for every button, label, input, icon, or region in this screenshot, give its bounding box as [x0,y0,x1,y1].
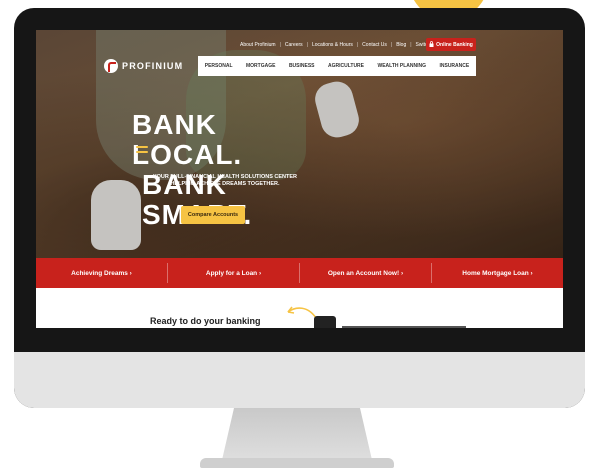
quick-links-bar: Achieving Dreams › Apply for a Loan › Op… [36,258,563,288]
utility-link-blog[interactable]: Blog [396,42,406,48]
utility-separator: | [390,42,393,48]
utility-nav: About Profinium | Careers | Locations & … [240,40,455,50]
hero-subtitle-line-1: YOUR FULL-FINANCIAL HEALTH SOLUTIONS CEN… [152,174,297,180]
monitor-stand [222,408,372,460]
arrow-doodle-icon [287,306,317,319]
nav-item-mortgage[interactable]: MORTGAGE [246,63,275,69]
compare-accounts-button[interactable]: Compare Accounts [181,206,245,224]
utility-link-about[interactable]: About Profinium [240,42,276,48]
quick-link-achieving-dreams[interactable]: Achieving Dreams › [36,270,167,277]
profinium-logo[interactable]: PROFINIUM [104,59,183,73]
utility-separator: | [410,42,412,48]
monitor-chin [14,352,585,408]
utility-separator: | [306,42,308,48]
quick-link-home-mortgage[interactable]: Home Mortgage Loan › [432,270,563,277]
ready-heading: Ready to do your banking [150,316,261,326]
utility-separator: | [279,42,281,48]
utility-separator: | [356,42,359,48]
lower-section: Ready to do your banking [36,288,563,328]
utility-link-locations[interactable]: Locations & Hours [312,42,353,48]
main-nav: PERSONAL MORTGAGE BUSINESS AGRICULTURE W… [198,56,476,76]
nav-item-agriculture[interactable]: AGRICULTURE [328,63,364,69]
nav-item-wealth-planning[interactable]: WEALTH PLANNING [377,63,426,69]
nav-item-insurance[interactable]: INSURANCE [439,63,469,69]
logo-mark-icon [104,59,118,73]
online-banking-label: Online Banking [436,41,473,48]
hero-line-1: BANK LOCAL. [132,109,243,170]
hero-banner: About Profinium | Careers | Locations & … [36,30,563,258]
website-screen: About Profinium | Careers | Locations & … [36,30,563,328]
lock-icon [429,40,434,49]
hero-subtitle: YOUR FULL-FINANCIAL HEALTH SOLUTIONS CEN… [140,174,310,188]
divider-line [342,326,466,328]
monitor-stand-base [200,458,394,468]
utility-link-contact[interactable]: Contact Us [362,42,387,48]
utility-link-careers[interactable]: Careers [285,42,303,48]
nav-item-personal[interactable]: PERSONAL [205,63,233,69]
phone-image [314,316,336,328]
quick-link-open-account[interactable]: Open an Account Now! › [300,270,431,277]
quick-link-apply-loan[interactable]: Apply for a Loan › [168,270,299,277]
accent-lines-icon [136,146,148,160]
logo-text: PROFINIUM [122,61,184,71]
hero-subtitle-line-2: HELPING ACHIEVE DREAMS TOGETHER. [170,181,280,187]
online-banking-button[interactable]: Online Banking [426,38,476,51]
nav-item-business[interactable]: BUSINESS [289,63,315,69]
